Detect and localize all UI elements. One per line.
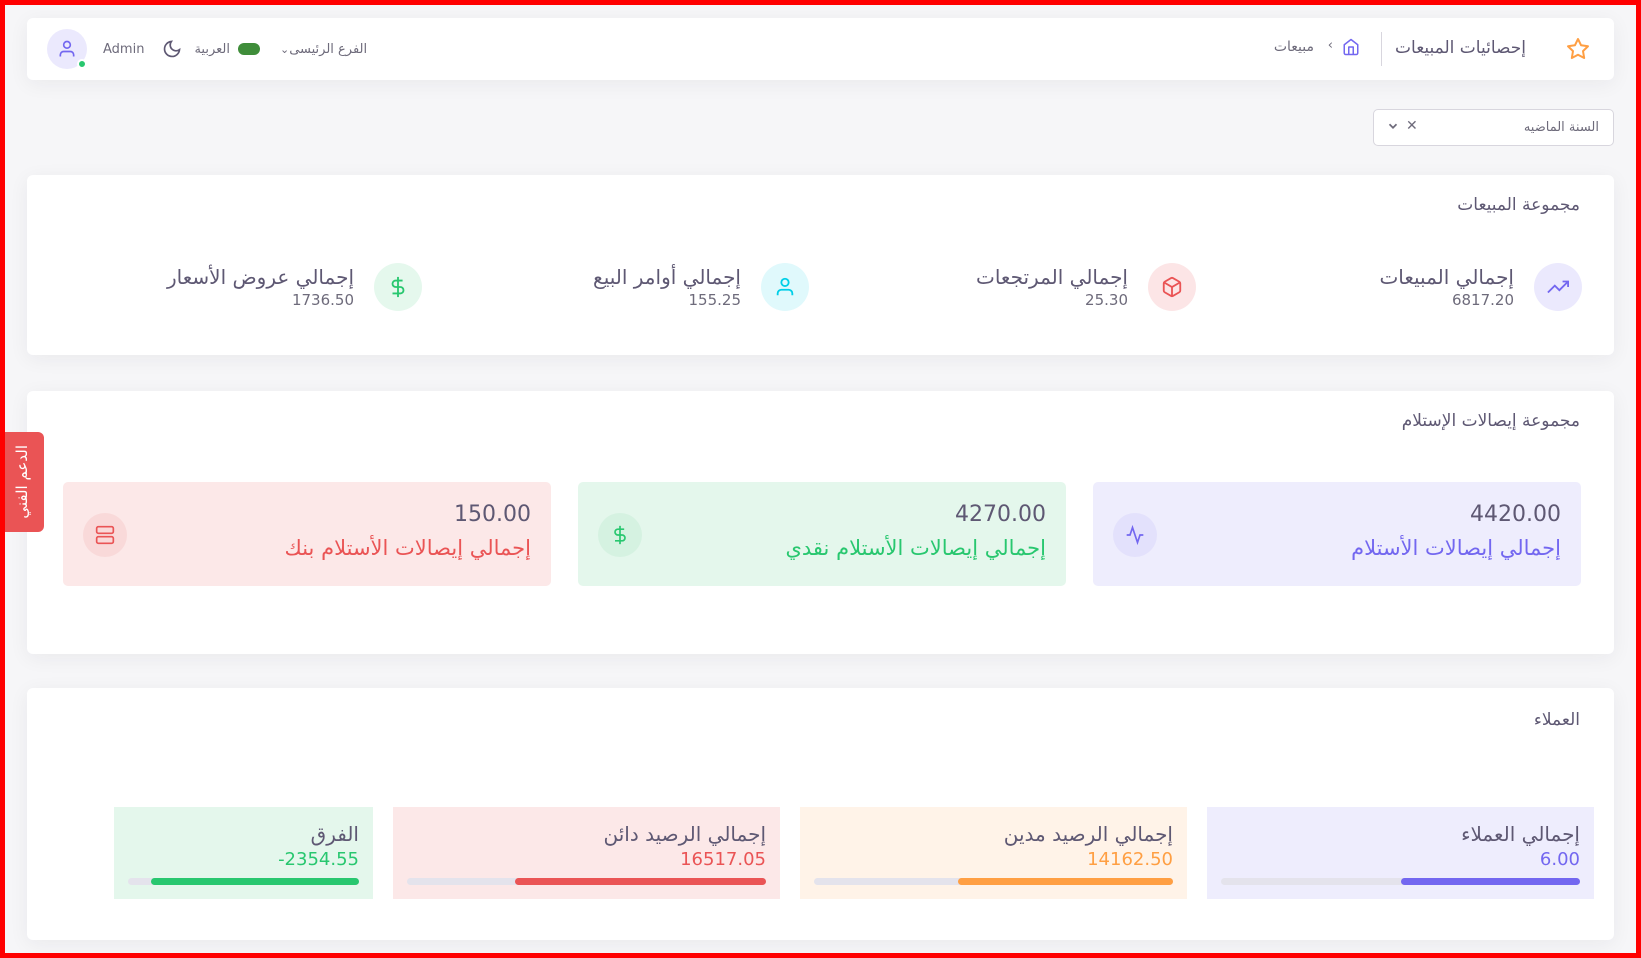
customer-stat-total: إجمالي العملاء 6.00 <box>1207 807 1594 899</box>
stat-label: إجمالي أوامر البيع <box>593 265 741 289</box>
receipt-bank-box: 150.00 إجمالي إيصالات الأستلام بنك <box>63 482 551 586</box>
customer-stat-value: -2354.55 <box>278 849 359 870</box>
customer-stat-debit: إجمالي الرصيد مدين 14162.50 <box>800 807 1187 899</box>
language-label: العربية <box>194 41 230 57</box>
stat-total-sales: إجمالي المبيعات 6817.20 <box>1379 263 1582 311</box>
stat-value: 1736.50 <box>291 291 354 309</box>
sales-group-card: مجموعة المبيعات إجمالي المبيعات 6817.20 … <box>27 175 1614 355</box>
activity-icon <box>1113 513 1157 557</box>
breadcrumb-separator-icon: ‹ <box>1327 38 1333 53</box>
customers-card: العملاء إجمالي العملاء 6.00 إجمالي الرصي… <box>27 688 1614 940</box>
customer-stat-value: 16517.05 <box>680 849 766 870</box>
stat-label: إجمالي المرتجعات <box>976 265 1128 289</box>
sales-group-title: مجموعة المبيعات <box>1457 195 1580 215</box>
progress-track <box>1221 878 1580 885</box>
user-name[interactable]: Admin <box>103 42 144 57</box>
breadcrumb-item[interactable]: مبيعات <box>1274 39 1314 55</box>
moon-icon[interactable] <box>162 39 182 59</box>
customer-stat-difference: الفرق -2354.55 <box>114 807 373 899</box>
period-select-value: السنة الماضيه <box>1523 120 1599 135</box>
support-tab[interactable]: الدعم الفني <box>0 432 44 532</box>
navbar-actions: Admin العربية ⌄ الفرع الرئيسى <box>47 27 367 71</box>
trending-up-icon <box>1534 263 1582 311</box>
receipt-value: 150.00 <box>454 502 531 527</box>
chevron-down-icon: ⌄ <box>279 42 290 56</box>
chevron-down-icon[interactable] <box>1386 119 1400 133</box>
online-status-dot <box>77 59 87 69</box>
navbar: إحصائيات المبيعات ‹ مبيعات Admin العربية… <box>27 18 1614 80</box>
customer-stat-label: إجمالي الرصيد مدين <box>1003 822 1173 846</box>
receipt-label: إجمالي إيصالات الأستلام نقدي <box>785 536 1046 560</box>
progress-fill <box>957 878 1173 885</box>
stat-value: 155.25 <box>688 291 742 309</box>
receipt-value: 4270.00 <box>955 502 1046 527</box>
stat-total-returns: إجمالي المرتجعات 25.30 <box>976 263 1196 311</box>
stat-label: إجمالي عروض الأسعار <box>167 265 354 289</box>
clear-icon[interactable]: ✕ <box>1406 118 1418 134</box>
dollar-icon <box>374 263 422 311</box>
customer-stat-label: إجمالي الرصيد دائن <box>603 822 766 846</box>
customer-stat-value: 6.00 <box>1539 849 1580 870</box>
customer-stat-label: الفرق <box>310 822 359 846</box>
receipt-total-box: 4420.00 إجمالي إيصالات الأستلام <box>1093 482 1581 586</box>
star-icon[interactable] <box>1566 37 1590 61</box>
server-icon <box>83 513 127 557</box>
receipts-group-card: مجموعة إيصالات الإستلام 4420.00 إجمالي إ… <box>27 391 1614 654</box>
receipt-value: 4420.00 <box>1470 502 1561 527</box>
receipt-label: إجمالي إيصالات الأستلام بنك <box>284 536 531 560</box>
stat-value: 25.30 <box>1085 291 1128 309</box>
progress-track <box>814 878 1173 885</box>
progress-fill <box>151 878 359 885</box>
box-icon <box>1148 263 1196 311</box>
customers-title: العملاء <box>1533 710 1580 730</box>
progress-fill <box>514 878 766 885</box>
flag-icon <box>237 43 260 55</box>
customer-stat-value: 14162.50 <box>1087 849 1173 870</box>
progress-track <box>407 878 766 885</box>
title-divider <box>1381 32 1382 66</box>
progress-fill <box>1400 878 1580 885</box>
avatar[interactable] <box>47 29 87 69</box>
period-select[interactable]: السنة الماضيه ✕ <box>1373 109 1614 146</box>
language-dropdown[interactable]: العربية <box>194 42 260 57</box>
customer-stat-label: إجمالي العملاء <box>1461 822 1580 846</box>
customer-stat-credit: إجمالي الرصيد دائن 16517.05 <box>393 807 780 899</box>
branch-label: الفرع الرئيسى <box>289 41 368 57</box>
dollar-icon <box>598 513 642 557</box>
stat-label: إجمالي المبيعات <box>1379 265 1514 289</box>
progress-track <box>128 878 359 885</box>
support-label: الدعم الفني <box>13 445 31 519</box>
user-icon <box>59 40 75 57</box>
branch-dropdown[interactable]: ⌄ الفرع الرئيسى <box>276 42 367 57</box>
user-icon <box>761 263 809 311</box>
receipts-group-title: مجموعة إيصالات الإستلام <box>1401 411 1580 431</box>
home-icon[interactable] <box>1342 38 1360 56</box>
receipt-cash-box: 4270.00 إجمالي إيصالات الأستلام نقدي <box>578 482 1066 586</box>
receipt-label: إجمالي إيصالات الأستلام <box>1351 536 1561 560</box>
stat-total-sales-orders: إجمالي أوامر البيع 155.25 <box>593 263 809 311</box>
page-title: إحصائيات المبيعات <box>1395 38 1526 58</box>
stat-value: 6817.20 <box>1451 291 1514 309</box>
stat-total-quotes: إجمالي عروض الأسعار 1736.50 <box>167 263 422 311</box>
